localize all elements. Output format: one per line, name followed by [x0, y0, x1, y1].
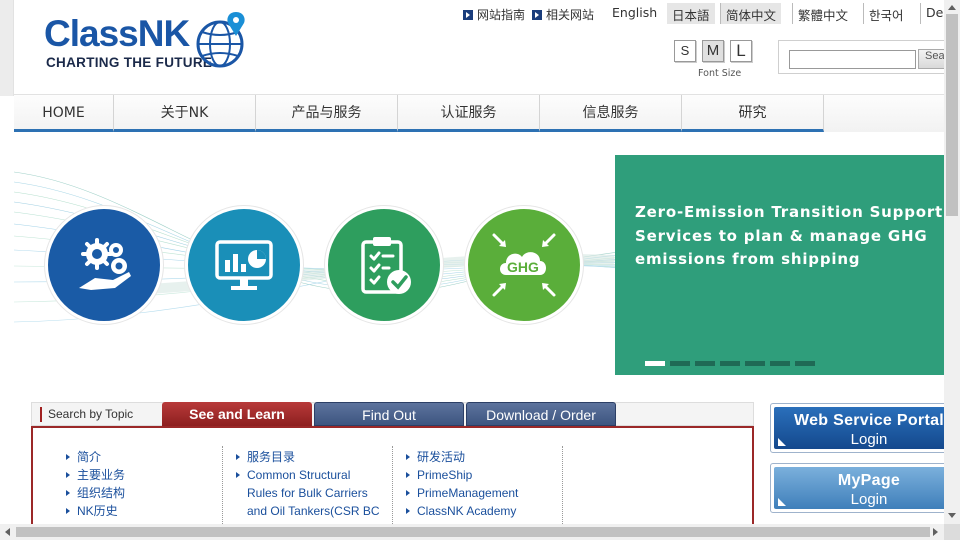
topic-column-2: 服务目录 Common Structural Rules for Bulk Ca…	[235, 448, 380, 520]
topic-link-continued[interactable]: and Oil Tankers(CSR BC	[235, 502, 380, 520]
topic-panel: 简介 主要业务 组织结构 NK历史 服务目录 Common Structural…	[31, 426, 754, 524]
nav-research[interactable]: 研究	[682, 95, 824, 132]
hero-banner[interactable]: GHG Zero-Emission Transition Support Ser…	[14, 132, 944, 384]
ghg-cloud-icon: GHG	[465, 206, 583, 324]
slide-dot[interactable]	[645, 361, 665, 366]
topic-link[interactable]: ClassNK Academy	[405, 502, 518, 520]
slide-dot[interactable]	[770, 361, 790, 366]
font-size-controls: S M L	[674, 40, 752, 62]
nav-home[interactable]: HOME	[14, 95, 114, 132]
column-divider	[222, 446, 223, 524]
horizontal-scrollbar[interactable]	[0, 524, 944, 540]
banner-headline: Zero-Emission Transition Support Service…	[635, 203, 943, 268]
globe-pin-icon	[196, 12, 245, 68]
classnk-logo[interactable]: ClassNK CHARTING THE FUTURE	[44, 10, 250, 74]
topic-link[interactable]: NK历史	[65, 502, 125, 520]
site-guide-label: 网站指南	[477, 8, 526, 22]
search-button[interactable]: Sea	[918, 49, 944, 69]
slide-dot[interactable]	[745, 361, 765, 366]
scroll-down-icon[interactable]	[948, 513, 956, 518]
scroll-left-icon[interactable]	[5, 528, 10, 536]
left-margin-shade	[0, 0, 14, 96]
svg-text:GHG: GHG	[507, 259, 539, 275]
search-box: Sea	[778, 40, 944, 74]
scrollbar-corner	[944, 524, 960, 540]
nav-products-services[interactable]: 产品与服务	[256, 95, 398, 132]
corner-arrow-icon	[778, 498, 786, 506]
web-service-portal-login-button[interactable]: Web Service Portal Login	[770, 403, 944, 453]
nav-about-nk[interactable]: 关于NK	[114, 95, 256, 132]
vertical-scroll-thumb[interactable]	[946, 14, 958, 216]
tab-download-order[interactable]: Download / Order	[466, 402, 616, 426]
lang-korean[interactable]: 한국어	[863, 3, 909, 24]
scroll-right-icon[interactable]	[933, 528, 938, 536]
lang-japanese[interactable]: 日本語	[667, 3, 715, 24]
lang-german[interactable]: Deu	[920, 3, 944, 24]
column-divider	[392, 446, 393, 524]
top-links: 网站指南 相关网站	[463, 6, 601, 23]
arrow-square-icon	[532, 9, 543, 20]
nav-information[interactable]: 信息服务	[540, 95, 682, 132]
font-size-label: Font Size	[698, 68, 742, 79]
vertical-scrollbar[interactable]	[944, 0, 960, 524]
font-size-large-button[interactable]: L	[730, 40, 752, 62]
corner-arrow-icon	[778, 438, 786, 446]
topic-link[interactable]: PrimeManagement	[405, 484, 518, 502]
slide-dot[interactable]	[695, 361, 715, 366]
related-sites-link[interactable]: 相关网站	[532, 6, 594, 23]
topic-link[interactable]: Common Structural	[235, 466, 380, 484]
site-guide-link[interactable]: 网站指南	[463, 6, 525, 23]
slide-dot[interactable]	[720, 361, 740, 366]
search-input[interactable]	[789, 50, 916, 69]
topic-column-1: 简介 主要业务 组织结构 NK历史	[65, 448, 125, 520]
clipboard-check-icon	[325, 206, 443, 324]
topic-link[interactable]: 主要业务	[65, 466, 125, 484]
slide-dot[interactable]	[795, 361, 815, 366]
logo-wordmark: ClassNK	[44, 13, 190, 54]
lang-simplified-chinese[interactable]: 简体中文	[720, 3, 782, 24]
horizontal-scroll-thumb[interactable]	[16, 527, 930, 537]
topic-link[interactable]: 组织结构	[65, 484, 125, 502]
gears-hand-icon	[45, 206, 163, 324]
mypage-login-button[interactable]: MyPage Login	[770, 463, 944, 513]
font-size-small-button[interactable]: S	[674, 40, 696, 62]
scroll-up-icon[interactable]	[948, 5, 956, 10]
related-sites-label: 相关网站	[546, 8, 595, 22]
topic-link-continued[interactable]: Rules for Bulk Carriers	[235, 484, 380, 502]
topic-column-3: 研发活动 PrimeShip PrimeManagement ClassNK A…	[405, 448, 518, 520]
lang-traditional-chinese[interactable]: 繁體中文	[792, 3, 853, 24]
column-divider	[562, 446, 563, 524]
web-service-portal-title: Web Service Portal	[793, 412, 944, 429]
tab-find-out[interactable]: Find Out	[314, 402, 464, 426]
topic-link[interactable]: 研发活动	[405, 448, 518, 466]
logo-tagline: CHARTING THE FUTURE	[46, 55, 213, 70]
page-viewport: ClassNK CHARTING THE FUTURE 网站指南 相关网站 En…	[0, 0, 944, 524]
headline-box[interactable]: Zero-Emission Transition Support Service…	[615, 155, 944, 375]
mypage-title: MyPage	[837, 472, 901, 489]
topic-link[interactable]: 服务目录	[235, 448, 380, 466]
topic-link[interactable]: PrimeShip	[405, 466, 518, 484]
search-by-topic-label: Search by Topic	[40, 407, 133, 422]
nav-certification[interactable]: 认证服务	[398, 95, 540, 132]
lang-english[interactable]: English	[607, 3, 662, 24]
slide-dot[interactable]	[670, 361, 690, 366]
slide-indicators	[645, 361, 815, 366]
web-service-portal-login: Login	[850, 431, 888, 448]
monitor-chart-icon	[185, 206, 303, 324]
arrow-square-icon	[463, 9, 473, 20]
topic-section: Search by Topic See and Learn Find Out D…	[31, 402, 754, 524]
main-nav: HOME 关于NK 产品与服务 认证服务 信息服务 研究	[14, 94, 944, 132]
mypage-login: Login	[850, 491, 888, 508]
tab-see-and-learn[interactable]: See and Learn	[162, 402, 312, 426]
topic-link[interactable]: 简介	[65, 448, 125, 466]
font-size-medium-button[interactable]: M	[702, 40, 724, 62]
